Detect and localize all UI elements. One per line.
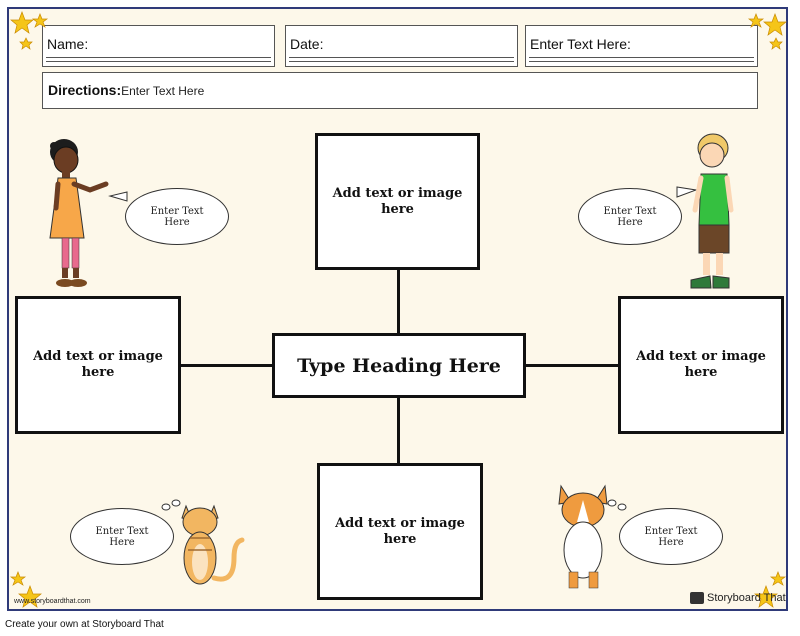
name-label: Name: xyxy=(47,36,89,52)
star-decoration-top-left xyxy=(10,11,49,50)
box-left-text: Add text or image here xyxy=(33,349,163,380)
speech-bubble-boy[interactable]: Enter Text Here xyxy=(578,188,682,245)
box-right-text: Add text or image here xyxy=(636,349,766,380)
date-underline-2 xyxy=(289,61,514,62)
speech-bubble-girl-text: Enter Text Here xyxy=(150,205,204,228)
extra-label: Enter Text Here: xyxy=(530,36,631,52)
boy-character-illustration xyxy=(690,133,734,289)
extra-underline xyxy=(529,57,754,58)
connector-top xyxy=(397,268,400,336)
watermark-right-text: Storyboard That xyxy=(707,592,786,604)
storyboard-logo-icon xyxy=(690,592,704,604)
name-field[interactable]: Name: xyxy=(42,25,275,67)
watermark-right: Storyboard That xyxy=(690,592,786,604)
directions-value: Enter Text Here xyxy=(121,84,205,98)
date-label: Date: xyxy=(290,36,324,52)
thought-bubble-dog-text: Enter Text Here xyxy=(644,525,698,548)
connector-left xyxy=(180,364,274,367)
box-right[interactable]: Add text or image here xyxy=(618,296,784,434)
center-heading: Type Heading Here xyxy=(297,354,501,377)
thought-bubble-cat-text: Enter Text Here xyxy=(95,525,149,548)
speech-bubble-boy-text: Enter Text Here xyxy=(603,205,657,228)
connector-right xyxy=(524,364,619,367)
date-underline xyxy=(289,57,514,58)
star-decoration-top-right xyxy=(747,13,787,50)
thought-bubble-cat[interactable]: Enter Text Here xyxy=(70,508,174,565)
thought-bubble-dog[interactable]: Enter Text Here xyxy=(619,508,723,565)
box-bottom[interactable]: Add text or image here xyxy=(317,463,483,600)
connector-bottom xyxy=(397,396,400,464)
directions-line: Directions:Enter Text Here xyxy=(48,82,204,98)
date-field[interactable]: Date: xyxy=(285,25,518,67)
box-top[interactable]: Add text or image here xyxy=(315,133,480,270)
girl-character-illustration xyxy=(49,139,109,287)
name-underline xyxy=(46,57,271,58)
watermark-left: www.storyboardthat.com xyxy=(14,598,91,605)
extra-field[interactable]: Enter Text Here: xyxy=(525,25,758,67)
center-heading-box[interactable]: Type Heading Here xyxy=(272,333,526,398)
speech-bubble-girl[interactable]: Enter Text Here xyxy=(125,188,229,245)
extra-underline-2 xyxy=(529,61,754,62)
cat-illustration xyxy=(181,504,245,585)
box-left[interactable]: Add text or image here xyxy=(15,296,181,434)
box-top-text: Add text or image here xyxy=(332,185,463,217)
dog-illustration xyxy=(558,484,608,589)
directions-label: Directions: xyxy=(48,82,122,98)
footer-link[interactable]: Create your own at Storyboard That xyxy=(5,619,164,630)
name-underline-2 xyxy=(46,61,271,62)
box-bottom-text: Add text or image here xyxy=(335,515,465,547)
directions-field[interactable]: Directions:Enter Text Here xyxy=(42,72,758,109)
star-decoration-bottom-right xyxy=(754,571,787,608)
